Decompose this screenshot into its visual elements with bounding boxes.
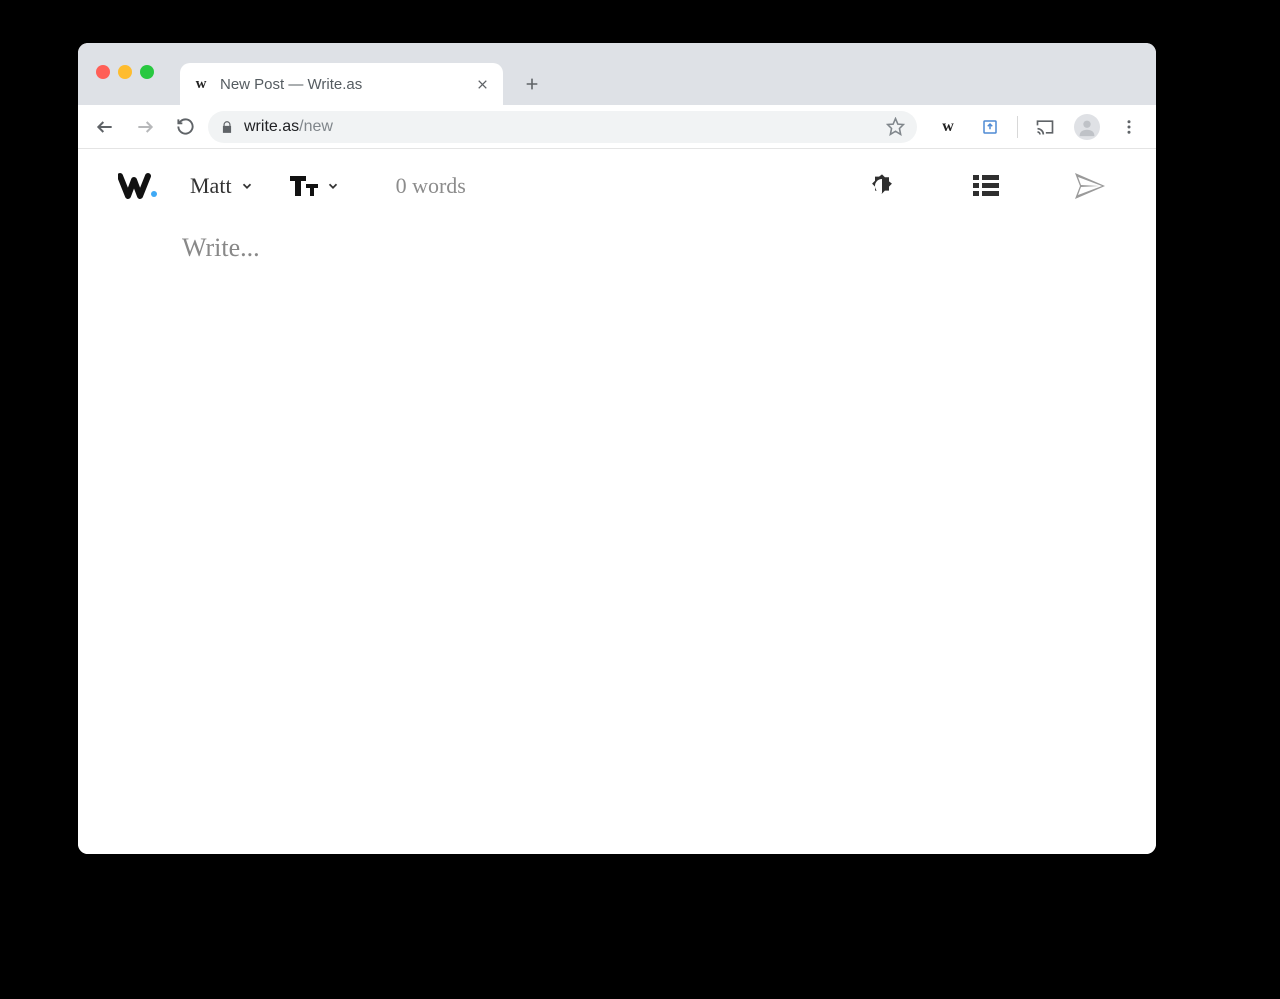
reload-icon [176,117,195,136]
writeas-app: Matt 0 words [78,149,1156,854]
extension-share-button[interactable] [973,110,1007,144]
star-icon [886,117,905,136]
profile-button[interactable] [1070,110,1104,144]
arrow-left-icon [95,117,115,137]
nav-reload-button[interactable] [168,110,202,144]
tab-close-button[interactable] [473,75,491,93]
window-controls [96,65,154,79]
bookmark-button[interactable] [886,117,905,136]
cast-button[interactable] [1028,110,1062,144]
avatar-icon [1074,114,1100,140]
window-close-button[interactable] [96,65,110,79]
browser-window: w New Post — Write.as write.as/new [78,43,1156,854]
publish-button[interactable] [1068,164,1112,208]
kebab-icon [1120,118,1138,136]
close-icon [476,78,489,91]
browser-toolbar: write.as/new w [78,105,1156,149]
word-count: 0 words [396,173,466,199]
window-fullscreen-button[interactable] [140,65,154,79]
url-host: write.as [244,118,299,135]
url-path: /new [299,118,333,135]
plus-icon [524,76,540,92]
browser-tab[interactable]: w New Post — Write.as [180,63,503,105]
browser-extensions: w [923,110,1146,144]
blog-selector-label: Matt [190,173,232,199]
text-format-icon [290,174,318,198]
list-icon [973,175,999,197]
chevron-down-icon [326,179,340,193]
send-icon [1075,173,1105,199]
font-selector[interactable] [290,174,340,198]
post-editor[interactable] [182,233,961,733]
editor-toolbar: Matt 0 words [78,149,1156,223]
tab-title: New Post — Write.as [220,76,463,93]
tab-favicon: w [192,75,210,93]
browser-menu-button[interactable] [1112,110,1146,144]
tab-strip: w New Post — Write.as [78,43,1156,105]
url-text: write.as/new [244,118,333,136]
address-bar[interactable]: write.as/new [208,111,917,143]
blog-selector[interactable]: Matt [190,173,254,199]
nav-forward-button[interactable] [128,110,162,144]
theme-toggle-button[interactable] [860,164,904,208]
window-minimize-button[interactable] [118,65,132,79]
cast-icon [1035,117,1055,137]
toolbar-separator [1017,116,1018,138]
extension-writeas-button[interactable]: w [931,110,965,144]
brightness-icon [868,172,896,200]
nav-back-button[interactable] [88,110,122,144]
share-up-icon [981,118,999,136]
arrow-right-icon [135,117,155,137]
writeas-logo[interactable] [118,172,160,200]
chevron-down-icon [240,179,254,193]
new-tab-button[interactable] [517,69,547,99]
lock-icon [220,120,234,134]
writeas-logo-icon [118,172,160,200]
posts-list-button[interactable] [964,164,1008,208]
editor-area [78,223,1156,854]
